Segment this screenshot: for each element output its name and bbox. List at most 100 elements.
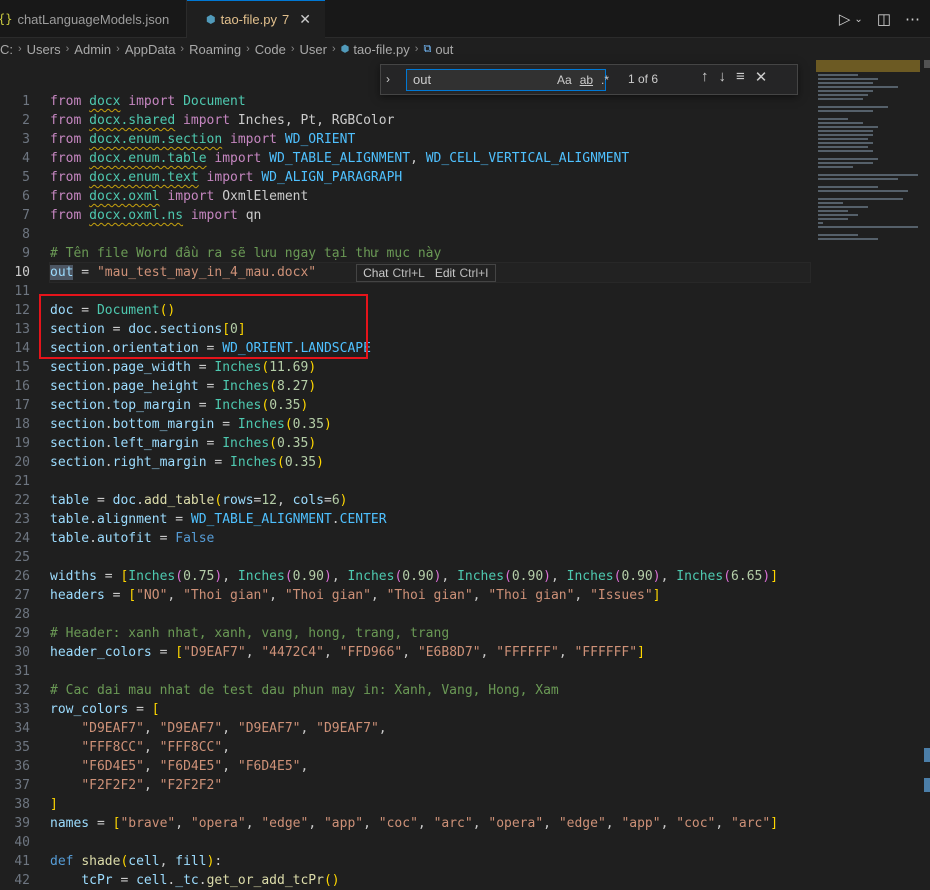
breadcrumb-item[interactable]: ⧉ out	[423, 42, 453, 57]
code-token: "D9EAF7"	[237, 721, 301, 736]
python-file-icon: ⬢	[206, 13, 216, 26]
code-token: "F6D4E5"	[159, 759, 223, 774]
code-token: Inches, Pt, RGBColor	[237, 113, 395, 128]
code-token: cell	[136, 873, 168, 888]
code-token: WD_CELL_VERTICAL_ALIGNMENT	[425, 151, 630, 166]
line-number: 41	[14, 854, 30, 869]
breadcrumb-label: Roaming	[189, 41, 242, 57]
tab-tao-file[interactable]: ⬢ tao-file.py 7 ✕	[187, 0, 325, 38]
tab-chatlanguagemodels[interactable]: {} chatLanguageModels.json	[0, 0, 187, 38]
next-match-icon[interactable]: ↓	[719, 68, 727, 86]
code-token: =	[104, 322, 129, 337]
minimap[interactable]	[816, 60, 920, 360]
code-token: (	[284, 569, 293, 584]
breadcrumb-item[interactable]: AppData	[125, 42, 176, 57]
code-token: .	[89, 531, 97, 546]
code-line: def shade(cell, fill):	[50, 852, 810, 871]
match-whole-word-toggle[interactable]: ab	[580, 73, 593, 87]
code-token: LANDSCAPE	[300, 341, 371, 356]
code-token: )	[323, 569, 332, 584]
code-token: ,	[245, 645, 262, 660]
line-number: 34	[14, 721, 30, 736]
code-token: header_colors	[50, 645, 152, 660]
code-token: ,	[605, 816, 622, 831]
code-token: "D9EAF7"	[81, 721, 144, 736]
line-number: 38	[14, 797, 30, 812]
code-token: section	[50, 455, 105, 470]
code-token: Inches	[128, 569, 176, 584]
code-token: "coc"	[378, 816, 418, 831]
minimap-line	[818, 178, 898, 180]
code-token: "app"	[323, 816, 364, 831]
code-token: section	[50, 341, 105, 356]
code-token: =	[206, 455, 231, 470]
line-number: 36	[14, 759, 30, 774]
vertical-scrollbar[interactable]	[922, 60, 930, 887]
code-line: section.left_margin = Inches(0.35)	[50, 434, 810, 453]
minimap-line	[818, 130, 873, 132]
previous-match-icon[interactable]: ↑	[701, 68, 709, 86]
code-token: 0.90	[292, 569, 324, 584]
close-tab-icon[interactable]: ✕	[299, 11, 311, 28]
code-token: orientation	[112, 341, 199, 356]
code-token: from	[50, 151, 90, 166]
breadcrumb-item[interactable]: Users	[27, 42, 61, 57]
code-token: shade	[81, 854, 121, 869]
find-options: Aa ab .*	[557, 69, 609, 91]
code-token: names	[50, 816, 90, 831]
code-token: "D9EAF7"	[159, 721, 223, 736]
minimap-line	[818, 122, 863, 124]
line-number: 42	[14, 873, 30, 888]
code-token: table	[50, 493, 90, 508]
scroll-thumb[interactable]	[924, 60, 930, 68]
toggle-replace-chevron-icon[interactable]: ›	[386, 72, 390, 86]
editor[interactable]: 1 2 3 4 5 6 7 8 9 10 11 12 13 14 15 16 17 18 19 20 21 22 23 24 2…	[0, 60, 930, 890]
code-line: out = "mau_test_may_in_4_mau.docx" Chat Ct…	[49, 262, 811, 283]
split-editor-icon[interactable]: ◫	[877, 10, 891, 28]
code-token: WD_ORIENT	[222, 341, 293, 356]
code-token: "opera"	[488, 816, 544, 831]
code-area[interactable]: from docx import Document from docx.share…	[49, 92, 811, 890]
minimap-line	[818, 82, 873, 84]
breadcrumb-item[interactable]: Roaming	[189, 42, 241, 57]
inline-chat-hint[interactable]: Chat Ctrl+L Edit Ctrl+I	[356, 263, 496, 282]
code-line: section.orientation = WD_ORIENT.LANDSCAP…	[50, 339, 810, 358]
line-number: 5	[22, 170, 30, 185]
code-token: ,	[660, 569, 677, 584]
run-icon[interactable]: ▷	[839, 10, 851, 28]
close-find-icon[interactable]: ✕	[755, 68, 768, 86]
minimap-line	[818, 74, 858, 76]
code-token: page_width	[112, 360, 191, 375]
code-token: ,	[441, 569, 458, 584]
code-token: top_margin	[112, 398, 191, 413]
breadcrumb-item[interactable]: User	[300, 42, 327, 57]
code-token: ,	[331, 569, 348, 584]
more-actions-icon[interactable]: ⋯	[905, 10, 920, 28]
code-token: (	[269, 379, 277, 394]
code-token: left_margin	[112, 436, 199, 451]
code-token: docx.enum.section	[89, 132, 223, 147]
minimap-line	[818, 190, 908, 192]
minimap-line	[818, 146, 868, 148]
use-regex-toggle[interactable]: .*	[601, 73, 609, 87]
run-dropdown-icon[interactable]: ⌄	[854, 14, 862, 25]
problems-count-badge: 7	[281, 12, 290, 27]
minimap-line	[818, 78, 878, 80]
breadcrumb-item[interactable]: ⬢ tao-file.py	[341, 42, 410, 57]
code-token: (	[277, 455, 285, 470]
line-number: 13	[14, 322, 30, 337]
line-number: 18	[14, 417, 30, 432]
minimap-line	[818, 174, 918, 176]
breadcrumb-item[interactable]: C:	[0, 42, 13, 57]
code-token: 0.35	[277, 436, 309, 451]
breadcrumb-item[interactable]: Code	[255, 42, 286, 57]
code-line: "D9EAF7", "D9EAF7", "D9EAF7", "D9EAF7",	[50, 719, 810, 738]
code-token: Inches	[347, 569, 395, 584]
find-in-selection-icon[interactable]: ≡	[736, 68, 745, 86]
match-case-toggle[interactable]: Aa	[557, 73, 572, 87]
breadcrumb-item[interactable]: Admin	[74, 42, 111, 57]
code-token: doc	[112, 493, 137, 508]
breadcrumb-label: Admin	[74, 41, 112, 57]
code-token: 0.90	[621, 569, 653, 584]
